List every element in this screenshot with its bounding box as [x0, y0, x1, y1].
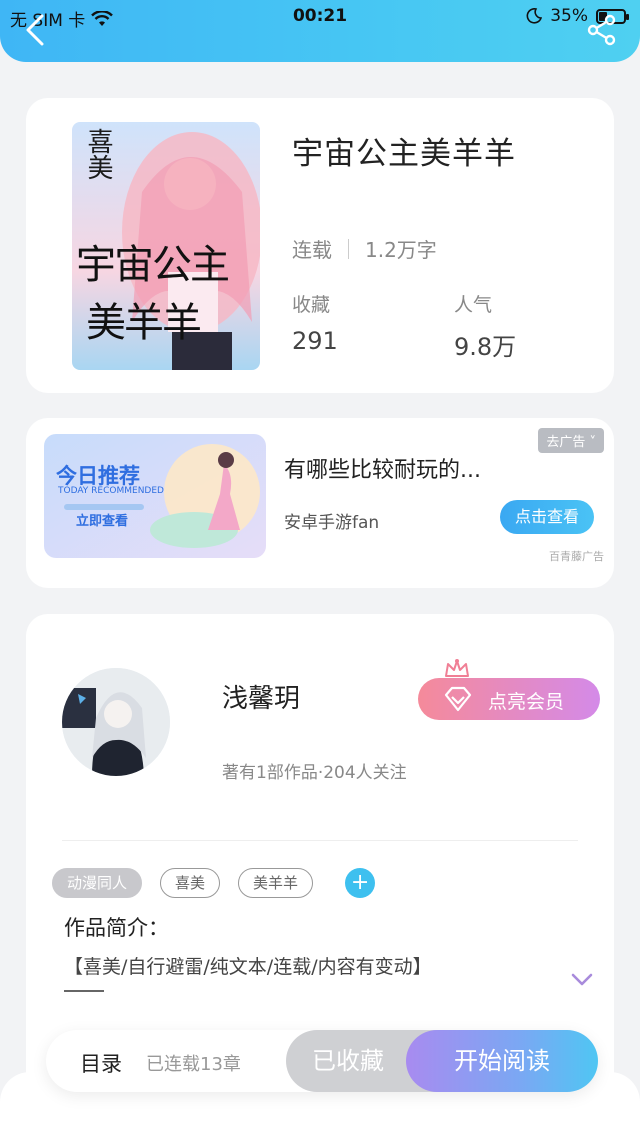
share-button[interactable]: [586, 14, 618, 46]
book-cover[interactable]: 喜美 宇宙公主 美羊羊: [72, 122, 260, 370]
ad-view-button[interactable]: 点击查看: [500, 500, 594, 534]
crown-icon: [445, 659, 469, 677]
popularity-stat: 人气 9.8万: [454, 290, 516, 362]
ad-title[interactable]: 有哪些比较耐玩的...: [284, 452, 481, 484]
book-status: 连载: [292, 238, 332, 262]
favorites-stat: 收藏 291: [292, 290, 338, 355]
tag-item[interactable]: 动漫同人: [52, 868, 143, 898]
popularity-value: 9.8万: [454, 333, 517, 361]
cover-text-top: 喜美: [83, 128, 113, 180]
cover-text-bottom: 美羊羊: [86, 300, 202, 346]
divider: [62, 840, 578, 841]
add-tag-button[interactable]: +: [345, 868, 376, 898]
book-info-card: 喜美 宇宙公主 美羊羊 宇宙公主美羊羊 连载 1.2万字 收藏 291 人气 9…: [26, 98, 614, 393]
ad-image-subtitle: TODAY RECOMMENDED: [58, 486, 164, 496]
book-title: 宇宙公主美羊羊: [292, 136, 516, 172]
catalog-button[interactable]: 目录: [80, 1048, 122, 1078]
intro-text: 【喜美/自行避雷/纯文本/连载/内容有变动】: [64, 956, 432, 978]
status-bar: 无 SIM 卡 00:21 35%: [0, 6, 640, 31]
intro-underline: [64, 990, 104, 992]
chapters-count: 已连载13章: [146, 1054, 241, 1075]
favorites-value: 291: [292, 327, 338, 355]
back-button[interactable]: [22, 14, 48, 46]
tag-list: 动漫同人 喜美 美羊羊 +: [52, 868, 376, 898]
tag-item[interactable]: 喜美: [160, 868, 221, 898]
cover-text-main: 宇宙公主: [76, 242, 230, 288]
battery-percent: 35%: [550, 6, 588, 26]
popularity-label: 人气: [454, 294, 493, 316]
ad-provider-tag: 百青藤广告: [549, 550, 604, 563]
ad-card[interactable]: 今日推荐 TODAY RECOMMENDED 立即查看 有哪些比较耐玩的... …: [26, 418, 614, 588]
start-reading-button[interactable]: 开始阅读: [406, 1030, 598, 1092]
header-bar: 无 SIM 卡 00:21 35%: [0, 0, 640, 62]
moon-icon: [526, 8, 543, 24]
diamond-icon: [444, 686, 472, 712]
author-name[interactable]: 浅馨玥: [222, 678, 300, 715]
meta-divider: [348, 238, 349, 259]
intro-label: 作品简介：: [64, 916, 169, 940]
ad-image[interactable]: 今日推荐 TODAY RECOMMENDED 立即查看: [44, 434, 266, 558]
remove-ad-button[interactable]: 去广告 ˅: [538, 428, 604, 453]
vip-membership-button[interactable]: 点亮会员: [418, 678, 600, 720]
ad-image-button: 立即查看: [76, 514, 129, 529]
tag-item[interactable]: 美羊羊: [238, 868, 314, 898]
book-word-count: 1.2万字: [365, 238, 437, 262]
ad-image-art: [44, 434, 266, 558]
bottom-action-bar: 目录 已连载13章 已收藏 开始阅读: [46, 1030, 598, 1092]
avatar[interactable]: [62, 668, 170, 776]
book-meta: 连载 1.2万字: [292, 234, 437, 263]
vip-button-label: 点亮会员: [488, 691, 565, 713]
ad-source: 安卓手游fan: [284, 513, 380, 533]
author-info: 著有1部作品·204人关注: [222, 763, 407, 783]
chevron-down-icon[interactable]: [570, 972, 594, 988]
avatar-art: [62, 668, 170, 776]
favorites-label: 收藏: [292, 294, 331, 316]
